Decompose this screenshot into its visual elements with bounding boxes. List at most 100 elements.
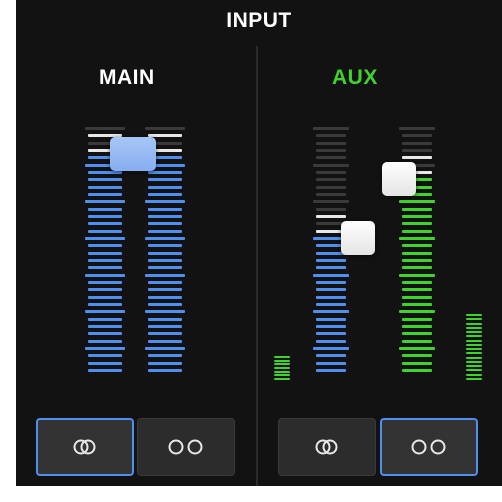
aux-right-meter-segment <box>399 347 435 350</box>
aux-right-fader-handle[interactable] <box>382 162 416 196</box>
main-stereo-link-button[interactable] <box>36 418 134 476</box>
main-right-meter-segment <box>148 229 182 233</box>
aux-right-meter-segment <box>402 332 432 336</box>
aux-right-side-meter-segment <box>466 343 482 346</box>
main-right-meter-segment <box>145 310 185 314</box>
main-right-meter-segment <box>148 281 182 284</box>
main-left-meter-segment <box>85 347 125 350</box>
aux-left-meter-segment <box>316 207 346 211</box>
main-right-meter-segment <box>148 178 182 182</box>
main-right-meter-segment <box>145 237 185 240</box>
aux-right-meter-segment <box>402 317 432 321</box>
aux-left-meter-segment <box>313 127 349 130</box>
aux-right-side-meter-segment <box>466 373 482 376</box>
aux-left-meter-segment <box>316 215 346 218</box>
aux-right-side-meter-segment <box>466 326 482 329</box>
aux-right-meter-segment <box>399 273 435 277</box>
aux-left-meter-segment <box>316 193 346 196</box>
aux-left-meter-segment <box>316 141 346 145</box>
main-right-meter-segment <box>148 325 182 328</box>
aux-left-meter-segment <box>316 134 346 138</box>
main-right-meter-segment <box>148 317 182 321</box>
main-left-meter-segment <box>85 237 125 240</box>
main-right-meter-segment <box>148 185 182 189</box>
panel-title: INPUT <box>226 9 292 32</box>
aux-right-side-meter-segment <box>466 314 482 316</box>
aux-left-fader-handle[interactable] <box>341 221 375 255</box>
main-right-meter-segment <box>148 207 182 211</box>
aux-left-meter-segment <box>316 185 346 189</box>
aux-left-side-meter-segment <box>274 370 290 373</box>
aux-right-meter-segment <box>402 149 432 152</box>
main-left-meter-segment <box>88 332 122 336</box>
input-panel: INPUT MAIN AUX <box>16 0 502 486</box>
aux-right-meter-segment <box>402 215 432 218</box>
aux-right-meter-segment <box>402 369 432 372</box>
section-divider <box>256 46 258 486</box>
main-left-meter-segment <box>88 185 122 189</box>
main-right-meter-segment <box>148 288 182 292</box>
main-right-meter-segment <box>148 244 182 248</box>
aux-left-meter-segment <box>316 266 346 270</box>
aux-left-meter-segment <box>316 317 346 321</box>
aux-right-meter-segment <box>402 295 432 299</box>
main-left-meter-segment <box>88 369 122 372</box>
aux-right-meter-segment <box>399 237 435 240</box>
aux-right-meter-segment <box>402 354 432 358</box>
main-left-meter-segment <box>88 361 122 365</box>
aux-left-side-meter-segment <box>274 374 290 377</box>
aux-right-meter-segment <box>402 281 432 284</box>
main-left-meter-segment <box>88 317 122 321</box>
main-left-meter-segment <box>88 193 122 196</box>
main-left-meter-segment <box>88 281 122 284</box>
aux-left-side-meter-segment <box>274 378 290 380</box>
aux-left-meter-segment <box>313 200 349 204</box>
main-left-meter-segment <box>88 339 122 343</box>
main-left-meter-segment <box>85 310 125 314</box>
dual-mono-icon <box>411 439 446 455</box>
aux-right-side-meter-segment <box>466 378 482 380</box>
aux-right-side-meter-segment <box>466 360 482 363</box>
main-left-meter-segment <box>88 244 122 248</box>
aux-left-meter-segment <box>316 259 346 262</box>
aux-dual-mono-button[interactable] <box>380 418 478 476</box>
aux-left-meter-segment <box>316 295 346 299</box>
main-right-meter-segment <box>148 354 182 358</box>
main-right-meter-segment <box>148 266 182 270</box>
main-right-meter-segment <box>148 361 182 365</box>
main-right-meter-segment <box>145 347 185 350</box>
aux-right-meter-segment <box>402 156 432 160</box>
main-right-meter-segment <box>148 339 182 343</box>
aux-right-meter-segment <box>402 266 432 270</box>
aux-left-meter-segment <box>316 325 346 328</box>
main-dual-mono-button[interactable] <box>137 418 235 476</box>
aux-left-meter-segment <box>313 163 349 167</box>
stereo-link-icon <box>73 439 96 455</box>
aux-left-meter-segment <box>316 178 346 182</box>
main-left-meter-segment <box>88 171 122 174</box>
aux-left-meter-segment <box>316 332 346 336</box>
aux-left-meter-segment <box>316 149 346 152</box>
aux-right-side-meter-segment <box>466 356 482 359</box>
aux-left-side-meter-segment <box>274 359 290 362</box>
main-right-meter-segment <box>148 303 182 306</box>
aux-left-meter-segment <box>316 281 346 284</box>
main-left-meter-segment <box>88 229 122 233</box>
aux-right-meter-segment <box>399 127 435 130</box>
main-left-meter-segment <box>88 266 122 270</box>
main-right-meter-segment <box>145 273 185 277</box>
aux-right-meter-segment <box>402 134 432 138</box>
aux-right-meter-segment <box>402 361 432 365</box>
aux-left-meter-segment <box>313 273 349 277</box>
main-right-meter-segment <box>145 127 185 130</box>
aux-left-side-meter-segment <box>274 363 290 366</box>
main-fader-handle[interactable] <box>110 137 156 171</box>
aux-right-side-meter-segment <box>466 331 482 334</box>
main-right-meter-segment <box>148 222 182 226</box>
aux-stereo-link-button[interactable] <box>278 418 376 476</box>
aux-right-side-meter-segment <box>466 369 482 372</box>
aux-left-meter-segment <box>313 310 349 314</box>
dual-mono-icon <box>168 439 203 455</box>
aux-right-side-meter-segment <box>466 335 482 338</box>
main-right-meter-segment <box>148 215 182 218</box>
